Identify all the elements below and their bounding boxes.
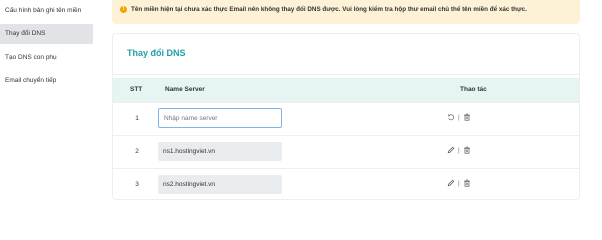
table-header: STT Name Server Thao tác [113,78,579,102]
main-content: ! Tên miền hiện tại chưa xác thực Email … [112,0,580,225]
table-row: 2 ns1.hostingviet.vn | [113,135,579,169]
row-stt: 2 [135,148,139,155]
trash-icon[interactable] [463,179,471,187]
table-row: 3 ns2.hostingviet.vn | [113,168,579,202]
edit-icon[interactable] [447,179,455,187]
action-separator: | [458,146,460,154]
row-actions: | [447,113,471,121]
action-separator: | [458,113,460,121]
sidebar: Cấu hình bản ghi tên miền Thay đổi DNS T… [0,0,94,225]
name-server-value: ns1.hostingviet.vn [158,142,282,161]
sidebar-item-email-forwarding[interactable]: Email chuyển tiếp [0,76,93,85]
header-name-server: Name Server [165,86,205,93]
row-actions: | [447,146,471,154]
verification-alert: ! Tên miền hiện tại chưa xác thực Email … [112,0,580,24]
name-server-value: ns2.hostingviet.vn [158,175,282,194]
action-separator: | [458,179,460,187]
divider [113,74,579,75]
alert-text: Tên miền hiện tại chưa xác thực Email nê… [131,6,527,13]
sidebar-item-domain-records[interactable]: Cấu hình bản ghi tên miền [0,6,93,15]
undo-icon[interactable] [447,113,455,121]
change-dns-card: Thay đổi DNS STT Name Server Thao tác 1 … [112,33,580,200]
table-row: 1 | [113,102,579,136]
edit-icon[interactable] [447,146,455,154]
sidebar-item-change-dns[interactable]: Thay đổi DNS [0,24,93,44]
row-stt: 1 [135,115,139,122]
sidebar-item-create-child-dns[interactable]: Tạo DNS con phụ [0,53,93,62]
name-server-input[interactable] [158,108,282,128]
card-title: Thay đổi DNS [127,48,186,58]
header-stt: STT [130,86,143,93]
trash-icon[interactable] [463,146,471,154]
header-actions: Thao tác [460,86,487,93]
row-actions: | [447,179,471,187]
warning-icon: ! [120,6,127,13]
row-stt: 3 [135,181,139,188]
trash-icon[interactable] [463,113,471,121]
